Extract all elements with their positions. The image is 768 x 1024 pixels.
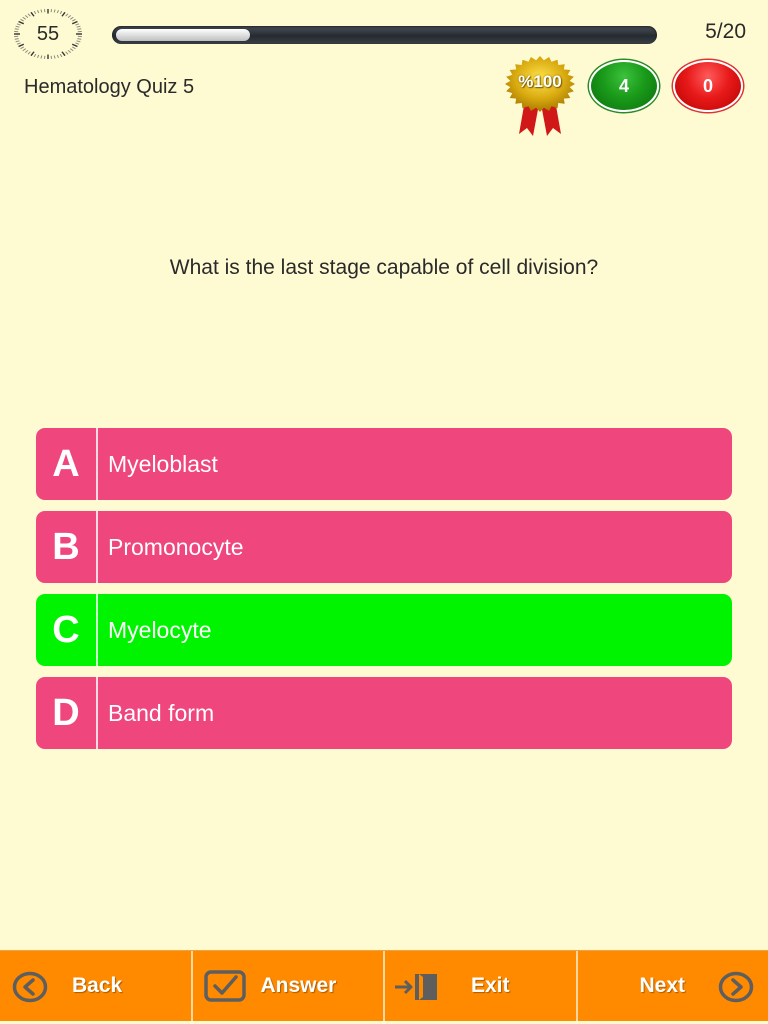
progress-bar	[112, 26, 657, 44]
back-button[interactable]: Back	[0, 951, 193, 1021]
question-counter: 5/20	[705, 20, 746, 43]
exit-label: Exit	[471, 974, 510, 997]
checkbox-icon	[203, 970, 246, 1002]
answer-letter: A	[36, 428, 98, 500]
exit-button[interactable]: Exit	[385, 951, 578, 1021]
chevron-left-circle-icon	[12, 971, 48, 1003]
correct-count-badge: 4	[589, 60, 659, 112]
exit-door-icon	[395, 974, 437, 1000]
timer-value: 55	[36, 22, 60, 45]
answer-letter: C	[36, 594, 98, 666]
back-label: Back	[72, 974, 123, 997]
answer-button[interactable]: Answer	[193, 951, 385, 1021]
answer-option-d[interactable]: D Band form	[36, 677, 732, 749]
question-text: What is the last stage capable of cell d…	[169, 256, 599, 279]
quiz-title: Hematology Quiz 5	[24, 76, 195, 98]
answer-text: Myelocyte	[108, 616, 212, 643]
timer: 55	[11, 7, 85, 61]
score-percent-badge: %100	[503, 56, 577, 138]
bottom-toolbar: Back Answer Exit Next	[0, 950, 768, 1021]
answer-letter: D	[36, 677, 98, 749]
answer-option-a[interactable]: A Myeloblast	[36, 428, 732, 500]
quiz-screen: 55 5/20 Hematology Quiz 5 %100 4 0 What …	[0, 0, 768, 1024]
answer-letter: B	[36, 511, 98, 583]
next-button[interactable]: Next	[578, 951, 768, 1021]
answer-option-c[interactable]: C Myelocyte	[36, 594, 732, 666]
answer-list: A Myeloblast B Promonocyte C Myelocyte D…	[36, 428, 732, 760]
answer-text: Promonocyte	[108, 533, 244, 560]
answer-text: Myeloblast	[108, 450, 218, 477]
wrong-count-badge: 0	[673, 60, 743, 112]
score-percent: %100	[518, 72, 562, 91]
answer-label: Answer	[260, 974, 337, 997]
chevron-right-circle-icon	[718, 971, 753, 1003]
progress-fill	[116, 29, 250, 41]
next-label: Next	[639, 974, 686, 997]
answer-text: Band form	[108, 699, 215, 726]
answer-option-b[interactable]: B Promonocyte	[36, 511, 732, 583]
award-ribbon-icon	[505, 56, 575, 136]
